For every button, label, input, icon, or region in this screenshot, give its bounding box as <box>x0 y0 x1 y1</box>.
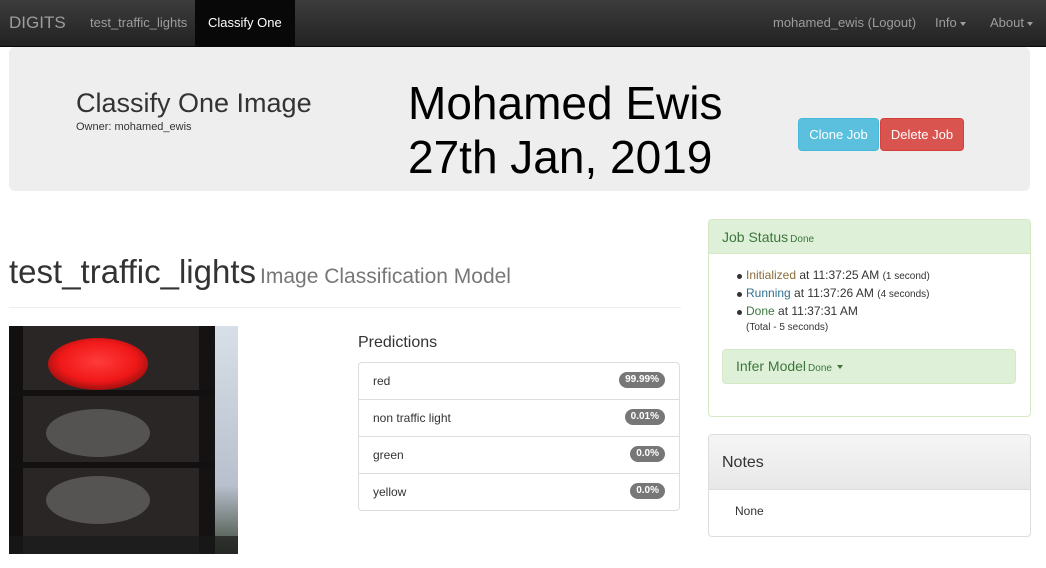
prediction-item: yellow 0.0% <box>358 473 680 511</box>
job-status-title: Job Status Done <box>722 229 814 245</box>
status-total: (Total - 5 seconds) <box>746 322 829 333</box>
job-header: Classify One Image Owner: mohamed_ewis M… <box>9 47 1030 191</box>
prediction-confidence-badge: 0.01% <box>624 409 665 425</box>
prediction-item: non traffic light 0.01% <box>358 399 680 437</box>
prediction-item: red 99.99% <box>358 362 680 400</box>
overlay-date: 27th Jan, 2019 <box>408 131 713 183</box>
bullet-icon <box>737 292 742 297</box>
job-status-state: Done <box>790 234 815 245</box>
overlay-name: Mohamed Ewis <box>408 77 723 129</box>
model-name[interactable]: test_traffic_lights <box>9 253 256 290</box>
status-row: Running at 11:37:26 AM (4 seconds) <box>737 286 930 304</box>
bullet-icon <box>737 274 742 279</box>
predictions-heading: Predictions <box>358 334 438 351</box>
page-title: Classify One Image <box>76 88 312 118</box>
traffic-light-image <box>9 326 238 554</box>
prediction-confidence-badge: 0.0% <box>630 446 665 462</box>
job-owner: Owner: mohamed_ewis <box>76 121 192 133</box>
nav-info-dropdown[interactable]: Info <box>935 0 966 46</box>
divider <box>9 307 681 308</box>
delete-job-button[interactable]: Delete Job <box>880 118 964 151</box>
nav-info-label: Info <box>935 15 957 30</box>
nav-about-dropdown[interactable]: About <box>990 0 1033 46</box>
prediction-confidence-badge: 99.99% <box>619 372 665 388</box>
notes-panel: Notes None <box>708 434 1031 537</box>
caret-down-icon <box>836 365 843 370</box>
infer-model-label: Infer Model <box>736 358 807 374</box>
infer-model-title: Infer Model Done <box>736 358 843 374</box>
status-time: at 11:37:26 AM <box>794 286 874 300</box>
notes-heading: Notes <box>709 435 1030 490</box>
notes-title: Notes <box>722 454 764 471</box>
nav-link-classify-one[interactable]: Classify One <box>195 0 295 46</box>
notes-body: None <box>735 504 764 518</box>
status-time: at 11:37:31 AM <box>778 304 858 318</box>
infer-model-state: Done <box>808 363 832 374</box>
prediction-label: green <box>373 448 404 462</box>
classified-image <box>9 326 238 554</box>
job-status-heading: Job Status Done <box>709 220 1030 254</box>
job-status-label: Job Status <box>722 229 789 245</box>
author-date-overlay: Mohamed Ewis 27th Jan, 2019 <box>408 76 722 184</box>
status-duration: (4 seconds) <box>877 289 930 300</box>
status-history: Initialized at 11:37:25 AM (1 second) Ru… <box>737 268 930 340</box>
status-name: Initialized <box>746 268 797 282</box>
prediction-label: red <box>373 374 391 388</box>
predictions-list: red 99.99% non traffic light 0.01% green… <box>358 362 680 511</box>
status-row: Initialized at 11:37:25 AM (1 second) <box>737 268 930 286</box>
status-time: at 11:37:25 AM <box>799 268 880 282</box>
caret-down-icon <box>959 21 966 26</box>
top-navbar: DIGITS test_traffic_lights Classify One … <box>0 0 1046 47</box>
status-duration: (1 second) <box>882 271 930 282</box>
model-heading: test_traffic_lights Image Classification … <box>9 253 511 291</box>
nav-user-logout[interactable]: mohamed_ewis (Logout) <box>773 0 916 46</box>
prediction-label: non traffic light <box>373 411 451 425</box>
model-type: Image Classification Model <box>260 265 511 288</box>
nav-about-label: About <box>990 15 1024 30</box>
caret-down-icon <box>1026 21 1033 26</box>
nav-link-model[interactable]: test_traffic_lights <box>90 0 187 46</box>
infer-model-dropdown[interactable]: Infer Model Done <box>722 349 1016 384</box>
prediction-label: yellow <box>373 485 407 499</box>
brand-logo[interactable]: DIGITS <box>9 13 66 33</box>
status-row: Done at 11:37:31 AM <box>737 304 930 322</box>
job-status-panel: Job Status Done Initialized at 11:37:25 A… <box>708 219 1031 417</box>
status-name: Running <box>746 286 791 300</box>
bullet-icon <box>737 310 742 315</box>
status-name: Done <box>746 304 775 318</box>
prediction-item: green 0.0% <box>358 436 680 474</box>
prediction-confidence-badge: 0.0% <box>630 483 665 499</box>
clone-job-button[interactable]: Clone Job <box>798 118 879 151</box>
